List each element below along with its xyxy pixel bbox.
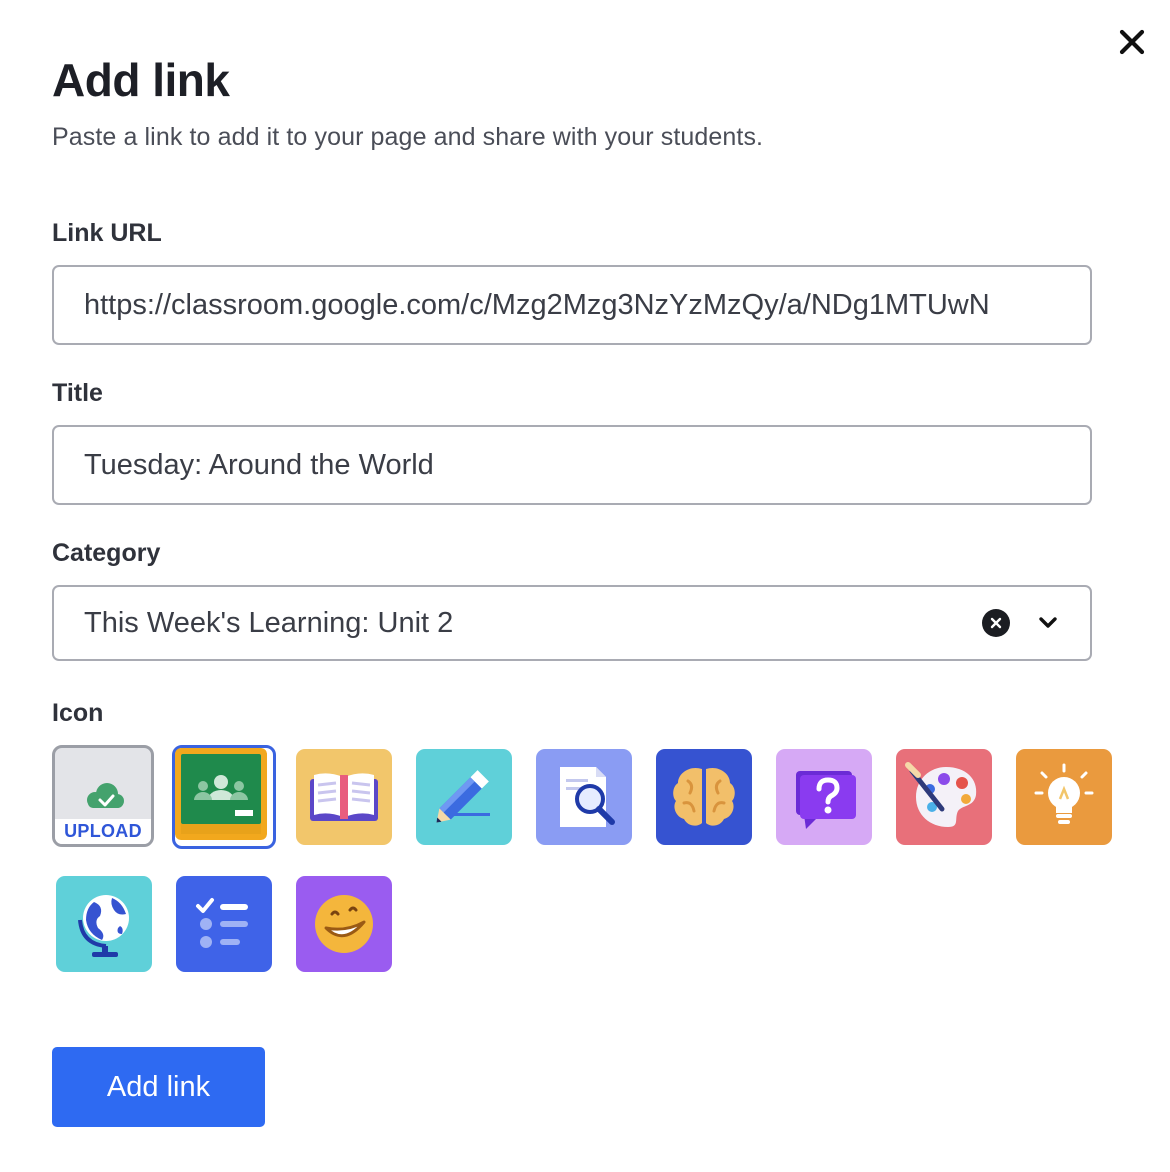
pencil-icon	[436, 770, 490, 823]
close-icon	[990, 617, 1002, 629]
category-select[interactable]: This Week's Learning: Unit 2	[52, 585, 1092, 661]
globe-icon	[78, 895, 129, 957]
book-icon	[310, 773, 378, 821]
category-value: This Week's Learning: Unit 2	[84, 606, 454, 639]
lightbulb-icon	[1034, 763, 1094, 824]
checklist-icon	[196, 898, 248, 948]
icon-option-smiley[interactable]	[296, 876, 392, 972]
title-input[interactable]	[84, 448, 1044, 482]
icon-option-book[interactable]	[296, 749, 392, 845]
icon-option-paint-palette[interactable]	[896, 749, 992, 845]
dialog-title: Add link	[52, 54, 230, 106]
upload-icon-button[interactable]: UPLOAD	[52, 745, 154, 847]
icon-option-checklist[interactable]	[176, 876, 272, 972]
clear-category-button[interactable]	[982, 609, 1010, 637]
chevron-down-icon	[1039, 617, 1057, 628]
url-field-box	[52, 265, 1092, 345]
google-classroom-icon	[175, 748, 267, 840]
icon-option-lightbulb[interactable]	[1016, 749, 1112, 845]
dialog-subtitle: Paste a link to add it to your page and …	[52, 123, 764, 151]
category-dropdown-toggle[interactable]	[1034, 609, 1062, 637]
icon-option-pencil[interactable]	[416, 749, 512, 845]
category-label: Category	[52, 539, 161, 567]
close-icon	[1119, 29, 1145, 55]
icon-option-brain[interactable]	[656, 749, 752, 845]
icon-label: Icon	[52, 699, 104, 727]
smiley-icon	[315, 895, 373, 953]
add-link-button[interactable]: Add link	[52, 1047, 265, 1127]
brain-icon	[673, 767, 735, 826]
question-chat-icon	[796, 771, 856, 829]
icon-option-document-search[interactable]	[536, 749, 632, 845]
title-label: Title	[52, 379, 103, 407]
icon-option-globe[interactable]	[56, 876, 152, 972]
url-label: Link URL	[52, 219, 162, 247]
url-input[interactable]	[84, 288, 1044, 322]
icon-option-question-chat[interactable]	[776, 749, 872, 845]
title-field-box	[52, 425, 1092, 505]
document-search-icon	[560, 767, 615, 827]
cloud-upload-icon	[87, 783, 124, 808]
close-button[interactable]	[1114, 24, 1150, 60]
icon-option-google-classroom[interactable]	[172, 745, 276, 849]
paint-palette-icon	[905, 762, 977, 827]
upload-label: UPLOAD	[55, 819, 151, 844]
